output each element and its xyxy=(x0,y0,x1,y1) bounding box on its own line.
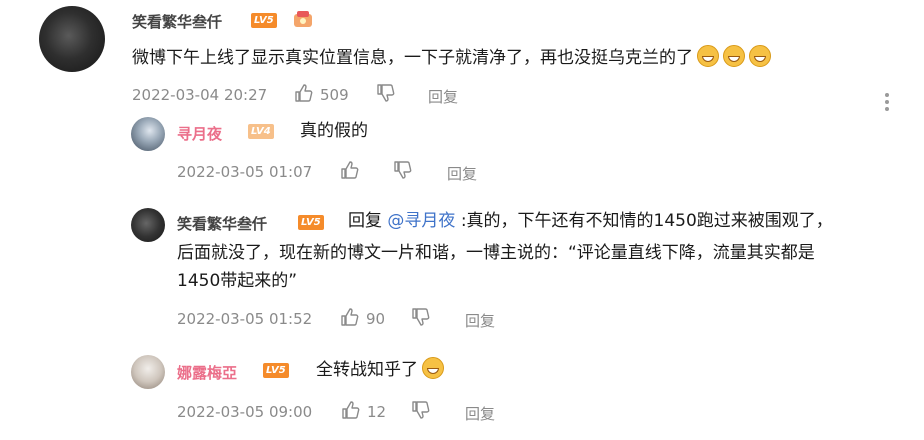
comment-text: 回复 @寻月夜 :真的，下午还有不知情的1450跑过来被围观了， xyxy=(348,211,833,231)
thumbs-up-icon xyxy=(342,401,360,419)
comment-text: 真的假的 xyxy=(300,121,368,141)
comment-text: 全转战知乎了 xyxy=(316,355,444,385)
grin-emoji-icon xyxy=(723,45,745,67)
level-badge: LV5 xyxy=(251,13,277,28)
username[interactable]: 笑看繁华叁仟 xyxy=(132,11,222,32)
avatar[interactable] xyxy=(131,355,165,389)
like-button[interactable] xyxy=(340,307,360,331)
thumbs-up-icon xyxy=(341,161,359,179)
timestamp: 2022-03-05 09:00 xyxy=(177,403,313,421)
reply-button[interactable]: 回复 xyxy=(447,163,477,184)
thumbs-down-icon xyxy=(412,308,430,326)
dislike-button[interactable] xyxy=(393,160,413,184)
thumbs-down-icon xyxy=(412,401,430,419)
level-badge: LV5 xyxy=(298,215,324,230)
thumbs-up-icon xyxy=(295,84,313,102)
comment-text-line: 后面就没了，现在新的博文一片和谐，一博主说的：“评论量直线下降，流量其实都是 xyxy=(177,243,815,263)
dislike-button[interactable] xyxy=(411,307,431,331)
more-options-icon[interactable] xyxy=(885,93,889,114)
medal-icon xyxy=(292,8,314,30)
username[interactable]: 笑看繁华叁仟 xyxy=(177,213,267,234)
thumbs-up-icon xyxy=(341,308,359,326)
avatar[interactable] xyxy=(131,208,165,242)
level-badge: LV4 xyxy=(248,124,274,139)
grin-emoji-icon xyxy=(697,45,719,67)
dislike-button[interactable] xyxy=(411,400,431,424)
dislike-button[interactable] xyxy=(376,83,396,107)
timestamp: 2022-03-05 01:07 xyxy=(177,163,313,181)
comment-text-line: 1450带起来的” xyxy=(177,271,298,291)
reply-button[interactable]: 回复 xyxy=(465,403,495,424)
like-count: 90 xyxy=(366,310,386,328)
grin-emoji-icon xyxy=(749,45,771,67)
mention-link[interactable]: @寻月夜 xyxy=(387,211,455,231)
avatar[interactable] xyxy=(39,6,105,72)
like-count: 509 xyxy=(320,86,349,104)
username[interactable]: 娜露梅亞 xyxy=(177,362,237,383)
like-button[interactable] xyxy=(341,400,361,424)
avatar[interactable] xyxy=(131,117,165,151)
comment-text: 微博下午上线了显示真实位置信息，一下子就清净了，再也没挺乌克兰的了 xyxy=(132,43,771,73)
like-button[interactable] xyxy=(340,160,360,184)
reply-prefix: 回复 xyxy=(348,211,382,231)
level-badge: LV5 xyxy=(263,363,289,378)
thumbs-down-icon xyxy=(394,161,412,179)
reply-button[interactable]: 回复 xyxy=(465,310,495,331)
like-button[interactable] xyxy=(294,83,314,107)
tears-of-joy-emoji-icon xyxy=(422,357,444,379)
timestamp: 2022-03-05 01:52 xyxy=(177,310,313,328)
username[interactable]: 寻月夜 xyxy=(177,123,222,144)
thumbs-down-icon xyxy=(377,84,395,102)
timestamp: 2022-03-04 20:27 xyxy=(132,86,268,104)
reply-button[interactable]: 回复 xyxy=(428,86,458,107)
like-count: 12 xyxy=(367,403,387,421)
